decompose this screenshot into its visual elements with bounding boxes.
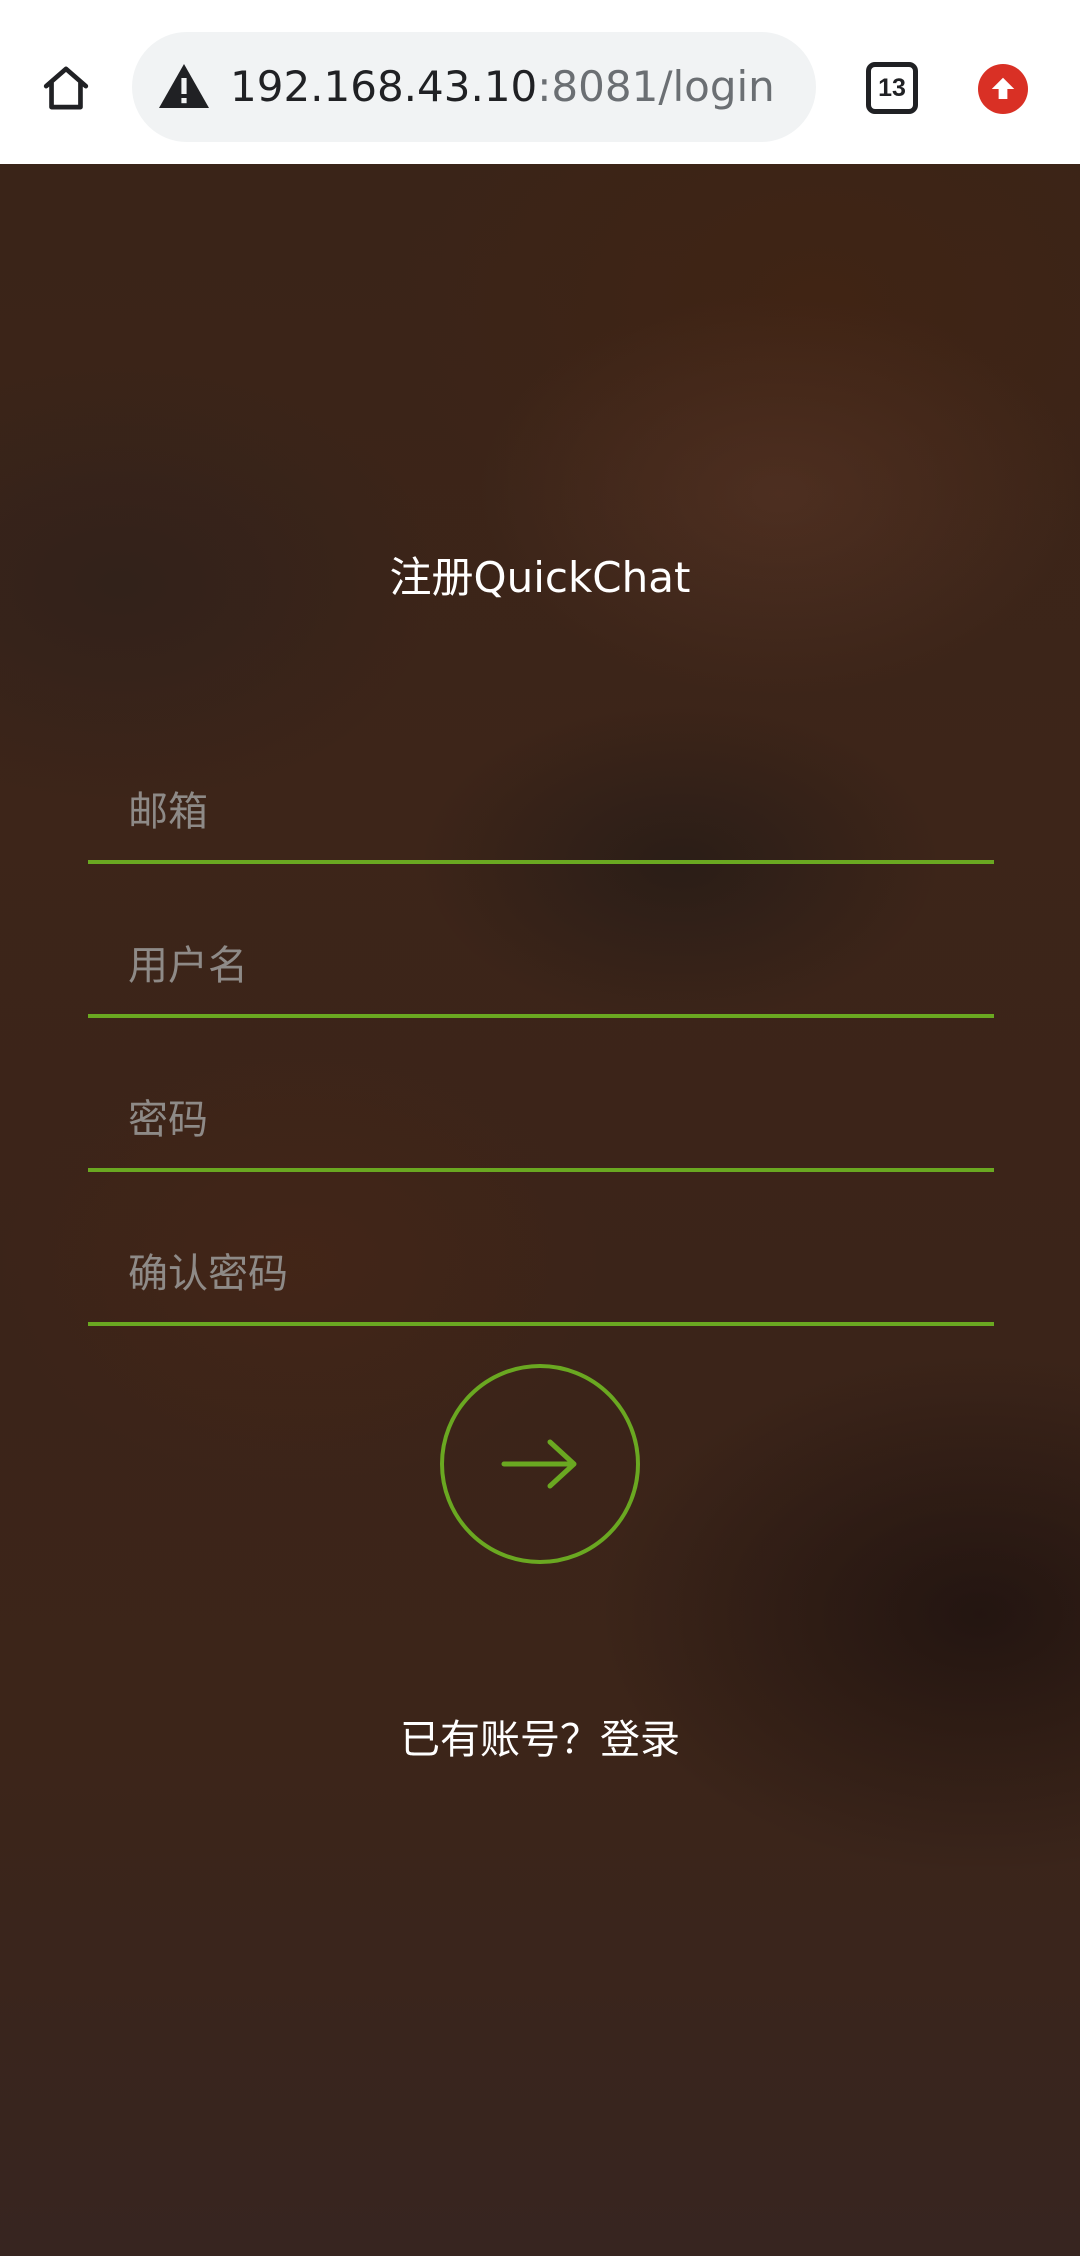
update-arrow-icon — [991, 77, 1015, 99]
tab-count: 13 — [878, 73, 906, 102]
browser-toolbar: 192.168.43.10:8081/login 13 — [0, 0, 1080, 164]
email-input[interactable] — [128, 764, 968, 860]
home-button[interactable] — [28, 50, 104, 126]
email-field[interactable] — [88, 764, 994, 864]
home-icon — [43, 66, 89, 110]
arrow-right-icon — [501, 1439, 577, 1489]
register-page: 注册QuickChat 已有账号？登录 — [0, 164, 1080, 2256]
login-link[interactable]: 已有账号？登录 — [0, 1710, 1080, 1770]
tab-switcher-button[interactable]: 13 — [866, 62, 918, 114]
confirm-password-field[interactable] — [88, 1226, 994, 1326]
url-text[interactable]: 192.168.43.10:8081/login — [230, 32, 775, 142]
username-field[interactable] — [88, 918, 994, 1018]
confirm-password-input[interactable] — [128, 1226, 968, 1322]
address-bar[interactable]: 192.168.43.10:8081/login — [132, 32, 816, 142]
url-host: 192.168.43.10 — [230, 62, 538, 111]
url-path: :8081/login — [537, 62, 775, 111]
update-button[interactable] — [978, 64, 1028, 114]
password-field[interactable] — [88, 1072, 994, 1172]
password-input[interactable] — [128, 1072, 968, 1168]
username-input[interactable] — [128, 918, 968, 1014]
submit-button[interactable] — [440, 1364, 640, 1564]
not-secure-warning-icon[interactable] — [158, 62, 210, 110]
page-title: 注册QuickChat — [389, 553, 691, 602]
